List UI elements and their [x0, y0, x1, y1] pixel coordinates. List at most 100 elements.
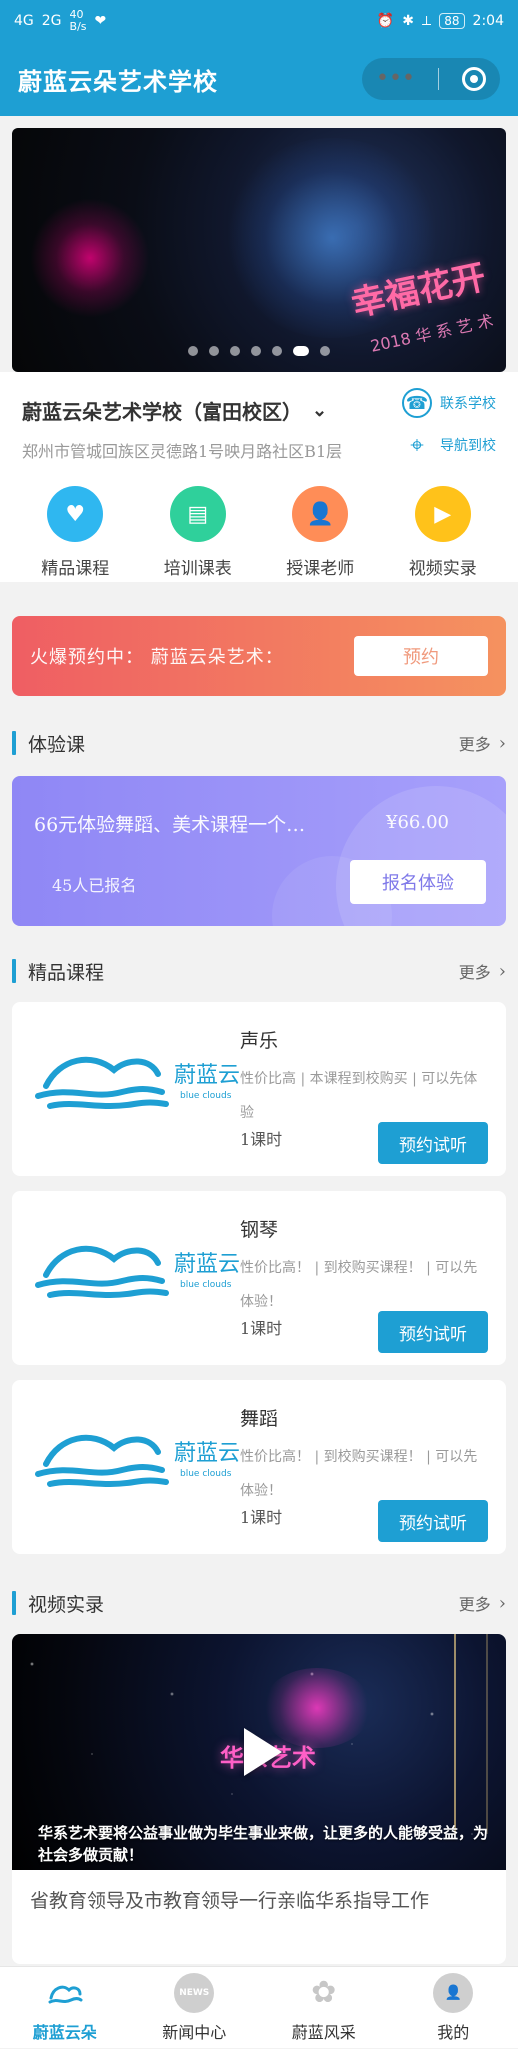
network-4g-indicator: 4G	[14, 13, 34, 29]
status-left: 4G 2G 40 B/s ❤	[14, 9, 106, 33]
svg-text:blue clouds: blue clouds	[180, 1280, 232, 1290]
close-target-icon[interactable]	[462, 67, 486, 91]
quick-link-teachers[interactable]: 👤 授课老师	[265, 486, 375, 579]
navigate-school-button[interactable]: ⌖ 导航到校	[402, 424, 506, 466]
course-card[interactable]: 蔚蓝云朵 blue clouds 钢琴 性价比高！ | 到校购买课程！ | 可以…	[12, 1191, 506, 1365]
video-thumbnail[interactable]: 华系艺术 华系艺术要将公益事业做为毕生事业来做，让更多的人能够受益，为社会多做贡…	[12, 1634, 506, 1870]
course-name: 声乐	[240, 1030, 279, 1052]
banner-dot[interactable]	[188, 346, 198, 356]
banner-dot[interactable]	[272, 346, 282, 356]
chevron-right-icon[interactable]: ›	[499, 1593, 506, 1614]
school-info: 蔚蓝云朵艺术学校（富田校区） ⌄ 郑州市管城回族区灵德路1号映月路社区B1层 ☎…	[0, 372, 518, 582]
course-description: 性价比高！ | 到校购买课程！ | 可以先体验！	[240, 1260, 478, 1310]
user-icon[interactable]: 👤	[433, 1972, 474, 2013]
course-hours: 1课时	[240, 1130, 283, 1149]
trial-card[interactable]: 66元体验舞蹈、美术课程一个… ¥66.00 45人已报名 报名体验	[12, 776, 506, 926]
heart-chat-icon[interactable]: ♥	[47, 486, 104, 542]
tab-home[interactable]: 蔚蓝云朵	[5, 1967, 125, 2049]
phone-icon[interactable]: ☎	[402, 388, 432, 418]
course-card[interactable]: 蔚蓝云朵 blue clouds 舞蹈 性价比高！ | 到校购买课程！ | 可以…	[12, 1380, 506, 1554]
quick-link-schedule[interactable]: ▤ 培训课表	[143, 486, 253, 579]
trial-price: ¥66.00	[386, 812, 449, 833]
teacher-icon[interactable]: 👤	[292, 486, 349, 542]
school-name[interactable]: 蔚蓝云朵艺术学校（富田校区）	[22, 396, 302, 425]
navigate-school-label[interactable]: 导航到校	[440, 435, 496, 455]
tab-style[interactable]: ✿ 蔚蓝风采	[264, 1967, 384, 2049]
tab-label[interactable]: 我的	[437, 2019, 469, 2043]
chevron-right-icon[interactable]: ›	[499, 733, 506, 754]
section-more-button[interactable]: 更多 ›	[459, 731, 506, 755]
chevron-down-icon[interactable]: ⌄	[312, 400, 327, 421]
trial-title: 66元体验舞蹈、美术课程一个…	[34, 814, 306, 836]
more-label[interactable]: 更多	[459, 959, 491, 983]
section-title: 视频实录	[12, 1590, 104, 1617]
book-trial-button[interactable]: 预约试听	[378, 1500, 488, 1542]
tab-label[interactable]: 蔚蓝风采	[292, 2019, 356, 2043]
quick-link-videos[interactable]: ▶ 视频实录	[388, 486, 498, 579]
location-pin-icon[interactable]: ⌖	[402, 430, 432, 460]
tab-label[interactable]: 新闻中心	[162, 2019, 226, 2043]
section-more-button[interactable]: 更多 ›	[459, 1591, 506, 1615]
school-selector[interactable]: 蔚蓝云朵艺术学校（富田校区） ⌄	[22, 396, 327, 425]
section-title: 体验课	[12, 730, 85, 757]
tab-news[interactable]: NEWS 新闻中心	[134, 1967, 254, 2049]
contact-school-label[interactable]: 联系学校	[440, 393, 496, 413]
section-videos-title: 视频实录	[28, 1593, 105, 1616]
trial-signed-count: 45人已报名	[52, 876, 137, 895]
more-label[interactable]: 更多	[459, 1591, 491, 1615]
play-icon[interactable]	[244, 1728, 282, 1776]
app-title: 蔚蓝云朵艺术学校	[18, 67, 218, 96]
video-ribbon-decoration	[454, 1634, 488, 1834]
more-icon[interactable]: •••	[376, 68, 415, 90]
speed-indicator: 40 B/s	[69, 8, 87, 33]
mini-program-capsule[interactable]: •••	[362, 58, 500, 100]
brand-logo-icon: 蔚蓝云朵 blue clouds	[35, 1434, 240, 1487]
section-videos-header: 视频实录 更多 ›	[12, 1583, 506, 1623]
video-icon[interactable]: ▶	[414, 486, 471, 542]
tab-label[interactable]: 蔚蓝云朵	[33, 2019, 97, 2043]
book-trial-button[interactable]: 预约试听	[378, 1122, 488, 1164]
reserve-button[interactable]: 预约	[354, 636, 488, 676]
book-icon[interactable]: ▤	[169, 486, 226, 542]
video-caption: 省教育领导及市教育领导一行亲临华系指导工作	[30, 1890, 430, 1912]
svg-text:blue clouds: blue clouds	[180, 1091, 232, 1101]
banner-dot[interactable]	[251, 346, 261, 356]
app-header: 蔚蓝云朵艺术学校 •••	[0, 42, 518, 116]
chevron-right-icon[interactable]: ›	[499, 961, 506, 982]
cloud-home-icon[interactable]	[45, 1973, 85, 2013]
banner-dot-active[interactable]	[293, 346, 309, 356]
alarm-icon: ⏰	[376, 13, 395, 29]
main-content[interactable]: 幸福花开 2018 华 系 艺 术 蔚蓝云朵艺术学校（富田校区） ⌄ 郑州市管城…	[0, 116, 518, 1966]
banner-pagination[interactable]	[12, 346, 506, 356]
battery-indicator: 88	[439, 13, 465, 29]
quick-link-label[interactable]: 培训课表	[164, 554, 232, 579]
reservation-banner: 火爆预约中： 蔚蓝云朵艺术： 预约	[12, 616, 506, 696]
quick-link-label[interactable]: 视频实录	[409, 554, 477, 579]
section-more-button[interactable]: 更多 ›	[459, 959, 506, 983]
course-hours: 1课时	[240, 1319, 283, 1338]
banner-dot[interactable]	[209, 346, 219, 356]
video-card[interactable]: 华系艺术 华系艺术要将公益事业做为毕生事业来做，让更多的人能够受益，为社会多做贡…	[12, 1634, 506, 1964]
cloud-home-icon-svg	[48, 1985, 83, 2003]
tab-profile[interactable]: 👤 我的	[393, 1967, 513, 2049]
hero-banner[interactable]: 幸福花开 2018 华 系 艺 术	[12, 128, 506, 372]
flower-icon[interactable]: ✿	[304, 1973, 344, 2013]
course-card[interactable]: 蔚蓝云朵 blue clouds 声乐 性价比高 | 本课程到校购买 | 可以先…	[12, 1002, 506, 1176]
banner-dot[interactable]	[230, 346, 240, 356]
quick-link-label[interactable]: 授课老师	[286, 554, 354, 579]
more-label[interactable]: 更多	[459, 731, 491, 755]
contact-school-button[interactable]: ☎ 联系学校	[402, 382, 506, 424]
svg-text:蔚蓝云朵: 蔚蓝云朵	[174, 1441, 240, 1466]
banner-dot[interactable]	[320, 346, 330, 356]
quick-link-label[interactable]: 精品课程	[41, 554, 109, 579]
brand-logo-icon: 蔚蓝云朵 blue clouds	[35, 1245, 240, 1298]
contact-actions: ☎ 联系学校 ⌖ 导航到校	[402, 382, 506, 466]
course-description: 性价比高！ | 到校购买课程！ | 可以先体验！	[240, 1449, 478, 1499]
section-courses-header: 精品课程 更多 ›	[12, 951, 506, 991]
quick-link-courses[interactable]: ♥ 精品课程	[20, 486, 130, 579]
book-trial-button[interactable]: 预约试听	[378, 1311, 488, 1353]
quick-links: ♥ 精品课程 ▤ 培训课表 👤 授课老师 ▶ 视频实录	[0, 486, 518, 586]
news-icon[interactable]: NEWS	[174, 1972, 215, 2013]
status-bar: 4G 2G 40 B/s ❤ ⏰ ✱ ⟂ 88 2:04	[0, 0, 518, 42]
trial-signup-button[interactable]: 报名体验	[350, 860, 486, 904]
